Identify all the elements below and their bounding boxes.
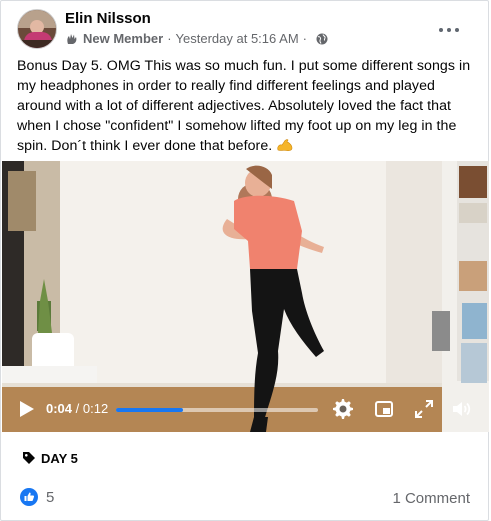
dot-icon	[439, 28, 443, 32]
tag-label: DAY 5	[41, 450, 78, 466]
more-options-button[interactable]	[439, 25, 459, 35]
time-separator: /	[72, 401, 83, 416]
volume-icon[interactable]	[450, 398, 472, 420]
settings-gear-icon[interactable]	[332, 398, 354, 420]
author-name[interactable]: Elin Nilsson	[65, 10, 151, 27]
miniplayer-icon[interactable]	[373, 398, 395, 420]
progress-bar[interactable]	[116, 408, 318, 412]
current-time: 0:04	[46, 401, 73, 416]
reaction-count: 5	[46, 488, 55, 506]
dot-icon	[455, 28, 459, 32]
new-member-badge-icon	[67, 33, 77, 44]
like-icon	[20, 488, 38, 506]
comments-count-link[interactable]: 1 Comment	[392, 490, 470, 507]
video-time: 0:04 / 0:12	[46, 401, 108, 416]
progress-bar-fill	[116, 408, 183, 412]
globe-icon[interactable]	[316, 33, 328, 45]
tag-icon	[23, 452, 35, 464]
meta-separator: ·	[167, 31, 172, 46]
dot-icon	[447, 28, 451, 32]
topic-tag[interactable]: DAY 5	[22, 449, 78, 467]
video-duration: 0:12	[82, 401, 109, 416]
post-meta: New Member · Yesterday at 5:16 AM ·	[65, 31, 328, 46]
post-card: Elin Nilsson New Member · Yesterday at 5…	[0, 0, 489, 521]
video-player[interactable]: 0:04 / 0:12	[2, 161, 489, 432]
post-text: Bonus Day 5. OMG This was so much fun. I…	[17, 58, 471, 154]
post-body: Bonus Day 5. OMG This was so much fun. I…	[17, 56, 477, 156]
member-role: New Member	[83, 31, 164, 46]
avatar[interactable]	[17, 9, 57, 49]
post-timestamp[interactable]: Yesterday at 5:16 AM	[176, 31, 299, 46]
flexed-biceps-icon	[277, 139, 293, 151]
post-header: Elin Nilsson New Member · Yesterday at 5…	[17, 9, 477, 51]
reactions-summary[interactable]: 5	[20, 488, 54, 506]
meta-separator-2: ·	[302, 31, 307, 46]
fullscreen-icon[interactable]	[413, 398, 435, 420]
video-controls: 0:04 / 0:12	[2, 388, 489, 432]
play-button[interactable]	[19, 400, 35, 418]
